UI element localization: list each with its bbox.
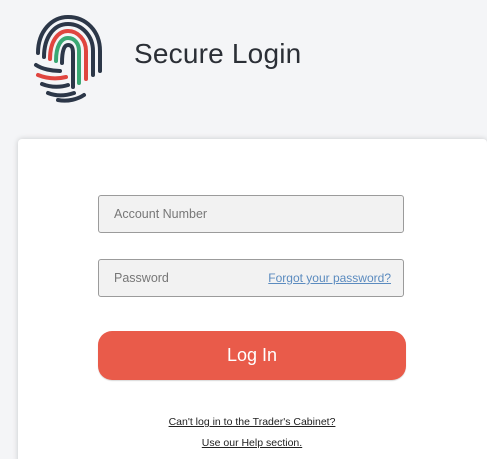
fingerprint-icon bbox=[32, 13, 104, 103]
password-field-wrapper: Forgot your password? bbox=[98, 259, 404, 297]
cant-login-link[interactable]: Can't log in to the Trader's Cabinet? bbox=[98, 416, 406, 428]
page-title: Secure Login bbox=[134, 38, 302, 69]
header: Secure Login bbox=[0, 0, 487, 120]
login-button[interactable]: Log In bbox=[98, 331, 406, 380]
help-section-link[interactable]: Use our Help section. bbox=[98, 437, 406, 449]
login-page: Secure Login Forgot your password? Log I… bbox=[0, 0, 487, 459]
login-card: Forgot your password? Log In Can't log i… bbox=[18, 139, 487, 459]
account-number-field-wrapper bbox=[98, 195, 404, 233]
account-number-input[interactable] bbox=[99, 196, 403, 232]
forgot-password-link[interactable]: Forgot your password? bbox=[268, 271, 391, 285]
